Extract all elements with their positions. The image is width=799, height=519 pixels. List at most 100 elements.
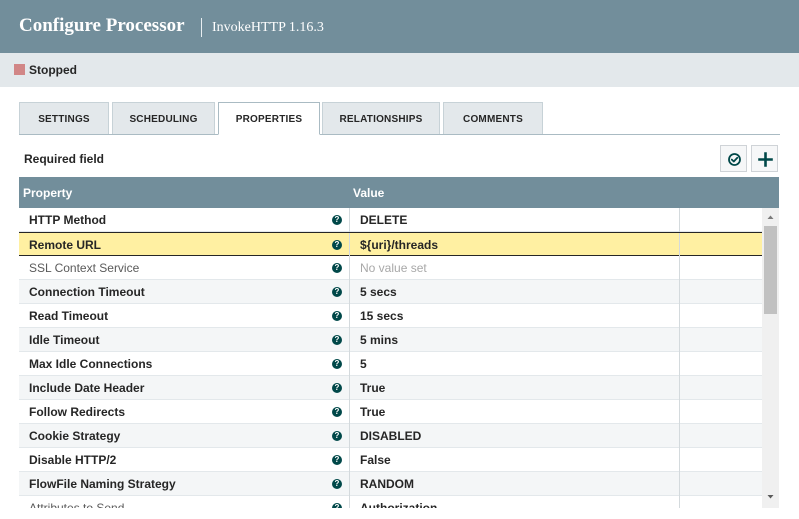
help-icon[interactable]: ? xyxy=(332,407,342,417)
table-row[interactable]: Connection Timeout ? 5 secs xyxy=(19,280,762,304)
help-icon[interactable]: ? xyxy=(332,383,342,393)
verify-properties-button[interactable] xyxy=(720,145,747,172)
property-value[interactable]: True xyxy=(360,380,385,396)
column-divider xyxy=(679,352,680,376)
property-value[interactable]: 5 secs xyxy=(360,284,397,300)
table-row[interactable]: Include Date Header ? True xyxy=(19,376,762,400)
property-name: Cookie Strategy xyxy=(29,429,121,443)
add-property-button[interactable] xyxy=(751,145,778,172)
property-name: SSL Context Service xyxy=(29,261,140,275)
column-divider xyxy=(349,233,350,257)
property-value[interactable]: Authorization xyxy=(360,500,437,508)
tab-properties[interactable]: PROPERTIES xyxy=(218,102,320,135)
property-value[interactable]: 5 xyxy=(360,356,367,372)
column-divider xyxy=(679,400,680,424)
status-bar xyxy=(0,53,799,87)
processor-type: InvokeHTTP 1.16.3 xyxy=(212,20,324,35)
property-value[interactable]: True xyxy=(360,404,385,420)
column-divider xyxy=(679,448,680,472)
properties-table-header: Property Value xyxy=(19,177,779,208)
table-row[interactable]: Attributes to Send ? Authorization xyxy=(19,496,762,508)
dialog-header: Configure Processor InvokeHTTP 1.16.3 xyxy=(0,0,799,53)
property-value[interactable]: No value set xyxy=(360,260,427,276)
property-name: Max Idle Connections xyxy=(29,357,153,371)
property-name: HTTP Method xyxy=(29,213,107,227)
tab-comments[interactable]: COMMENTS xyxy=(443,102,543,134)
help-icon[interactable]: ? xyxy=(332,455,342,465)
column-divider xyxy=(679,328,680,352)
column-value: Value xyxy=(353,186,385,200)
column-divider xyxy=(349,376,350,400)
column-divider xyxy=(349,472,350,496)
scrollbar-thumb[interactable] xyxy=(764,226,777,314)
column-divider xyxy=(349,424,350,448)
table-row[interactable]: Read Timeout ? 15 secs xyxy=(19,304,762,328)
property-name: FlowFile Naming Strategy xyxy=(29,477,176,491)
column-divider xyxy=(349,328,350,352)
table-row[interactable]: Disable HTTP/2 ? False xyxy=(19,448,762,472)
column-property: Property xyxy=(23,186,73,200)
property-name: Attributes to Send xyxy=(29,501,125,508)
title-separator xyxy=(201,18,202,37)
help-icon[interactable]: ? xyxy=(332,431,342,441)
column-divider xyxy=(349,280,350,304)
property-name: Include Date Header xyxy=(29,381,145,395)
dialog-title: Configure Processor xyxy=(19,15,185,36)
table-row[interactable]: Max Idle Connections ? 5 xyxy=(19,352,762,376)
property-value[interactable]: 5 mins xyxy=(360,332,398,348)
column-divider xyxy=(349,304,350,328)
required-field-label: Required field xyxy=(24,152,105,166)
help-icon[interactable]: ? xyxy=(332,311,342,321)
help-icon[interactable]: ? xyxy=(332,359,342,369)
tab-scheduling[interactable]: SCHEDULING xyxy=(112,102,215,134)
property-name: Remote URL xyxy=(29,238,102,252)
column-divider xyxy=(679,304,680,328)
tab-settings[interactable]: SETTINGS xyxy=(19,102,109,134)
column-divider xyxy=(349,208,350,232)
help-icon[interactable]: ? xyxy=(332,263,342,273)
column-divider xyxy=(349,496,350,508)
column-divider xyxy=(349,256,350,280)
help-icon[interactable]: ? xyxy=(332,287,342,297)
column-divider xyxy=(349,400,350,424)
property-value[interactable]: False xyxy=(360,452,391,468)
property-value[interactable]: DELETE xyxy=(360,212,407,228)
table-row[interactable]: Idle Timeout ? 5 mins xyxy=(19,328,762,352)
property-value[interactable]: 15 secs xyxy=(360,308,403,324)
table-row[interactable]: Follow Redirects ? True xyxy=(19,400,762,424)
column-divider xyxy=(679,424,680,448)
column-divider xyxy=(679,496,680,508)
property-name: Follow Redirects xyxy=(29,405,126,419)
table-row[interactable]: FlowFile Naming Strategy ? RANDOM xyxy=(19,472,762,496)
tab-relationships[interactable]: RELATIONSHIPS xyxy=(322,102,440,134)
properties-table-body: HTTP Method ? DELETE Remote URL ? ${uri}… xyxy=(19,208,762,508)
table-row[interactable]: SSL Context Service ? No value set xyxy=(19,256,762,280)
table-row[interactable]: HTTP Method ? DELETE xyxy=(19,208,762,232)
help-icon[interactable]: ? xyxy=(332,479,342,489)
column-divider xyxy=(679,472,680,496)
help-icon[interactable]: ? xyxy=(332,240,342,250)
property-name: Disable HTTP/2 xyxy=(29,453,117,467)
table-row[interactable]: Cookie Strategy ? DISABLED xyxy=(19,424,762,448)
property-name: Connection Timeout xyxy=(29,285,145,299)
property-value[interactable]: DISABLED xyxy=(360,428,421,444)
property-name: Idle Timeout xyxy=(29,333,100,347)
column-divider xyxy=(679,208,680,232)
property-value[interactable]: RANDOM xyxy=(360,476,414,492)
column-divider xyxy=(679,256,680,280)
column-divider xyxy=(349,352,350,376)
help-icon[interactable]: ? xyxy=(332,335,342,345)
table-row-selected[interactable]: Remote URL ? ${uri}/threads xyxy=(19,232,762,257)
check-circle-icon xyxy=(728,153,741,166)
help-icon[interactable]: ? xyxy=(332,503,342,508)
column-divider xyxy=(349,448,350,472)
column-divider xyxy=(679,280,680,304)
scroll-down-arrow-icon[interactable] xyxy=(762,490,779,504)
status-text: Stopped xyxy=(29,63,77,77)
plus-icon xyxy=(758,152,773,167)
property-value[interactable]: ${uri}/threads xyxy=(360,237,438,253)
column-divider xyxy=(679,233,680,257)
scroll-up-arrow-icon[interactable] xyxy=(762,210,779,224)
stopped-icon xyxy=(14,64,25,75)
help-icon[interactable]: ? xyxy=(332,215,342,225)
